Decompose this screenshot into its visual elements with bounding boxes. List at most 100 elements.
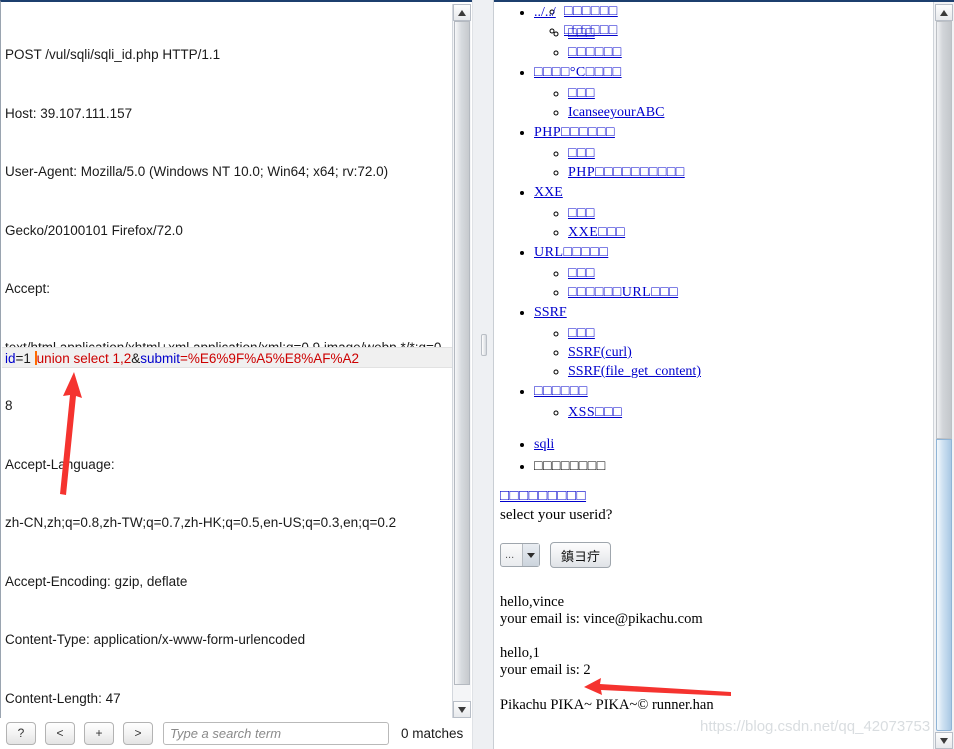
prompt-text: select your userid?: [500, 507, 613, 523]
menu-link[interactable]: URL□□□□□: [534, 245, 608, 260]
vulnerability-menu: □□□□□□ □□□□□□ ../../ □□□ □□□□□□ □□□□°C□□…: [500, 2, 920, 478]
scroll-down-button[interactable]: [935, 732, 953, 749]
list-item[interactable]: XXE□□□: [568, 223, 920, 242]
request-editor-scrollbar[interactable]: [452, 4, 471, 718]
body-submit-name: submit: [140, 351, 181, 366]
header-user-agent-cont: Gecko/20100101 Firefox/72.0: [5, 222, 183, 238]
section-heading-link[interactable]: □□□□□□□□□: [500, 488, 586, 504]
add-search-button[interactable]: +: [84, 722, 114, 745]
menu-link[interactable]: SSRF: [534, 305, 567, 320]
scrollbar-thumb[interactable]: [454, 21, 470, 685]
menu-link[interactable]: SSRF(curl): [568, 345, 632, 360]
submenu-directory-traversal: □□□ □□□□□□: [568, 24, 920, 62]
list-item[interactable]: □□□: [568, 84, 920, 103]
scroll-down-button[interactable]: [453, 701, 471, 718]
list-item[interactable]: □□□□□□URL□□□: [568, 283, 920, 302]
body-injection-payload: union select 1,2: [36, 351, 132, 366]
submenu-php-deserialization: □□□ PHP□□□□□□□□□□: [568, 144, 920, 182]
body-param-name: id: [5, 351, 16, 366]
help-button[interactable]: ?: [6, 722, 36, 745]
request-body-text[interactable]: id=1 union select 1,2&submit=%E6%9F%A5%E…: [5, 350, 359, 367]
request-body-row[interactable]: id=1 union select 1,2&submit=%E6%9F%A5%E…: [2, 347, 452, 368]
browser-scrollbar[interactable]: [933, 2, 954, 749]
header-accept-language-value: zh-CN,zh;q=0.8,zh-TW;q=0.7,zh-HK;q=0.5,e…: [5, 515, 397, 530]
menu-link[interactable]: □□□: [568, 26, 595, 41]
menu-link[interactable]: □□□□°C□□□□: [534, 65, 622, 80]
menu-link[interactable]: □□□□□□: [534, 384, 588, 399]
query-submit-button[interactable]: 鎮ヨ疔: [550, 542, 612, 568]
menu-link[interactable]: □□□□□□URL□□□: [568, 285, 678, 300]
menu-link[interactable]: □□□: [568, 326, 595, 341]
body-ampersand: &: [131, 351, 141, 366]
menu-label: □□□□□□□□: [534, 459, 606, 474]
scrollbar-thumb[interactable]: [936, 439, 952, 731]
chevron-up-icon: [940, 9, 948, 16]
menu-link[interactable]: sqli: [534, 437, 554, 452]
divider-grip-handle[interactable]: [481, 334, 487, 356]
sqli-query-form: ... 鎮ヨ疔: [500, 542, 920, 568]
scrollbar-track[interactable]: [936, 21, 952, 439]
list-item[interactable]: □□□: [568, 144, 920, 163]
menu-link[interactable]: □□□□□□: [568, 45, 622, 60]
body-param-value: =1: [15, 351, 35, 366]
result-email: your email is: vince@pikachu.com: [500, 611, 703, 627]
match-count-label: 0 matches: [401, 726, 464, 741]
menu-link[interactable]: □□□: [568, 146, 595, 161]
list-item[interactable]: IcanseeyourABC: [568, 103, 920, 122]
menu-group-sensitive-info[interactable]: □□□□°C□□□□ □□□ IcanseeyourABC: [534, 62, 920, 122]
menu-link[interactable]: XXE□□□: [568, 225, 625, 240]
pikachu-page-content: □□□□□□ □□□□□□ ../../ □□□ □□□□□□ □□□□°C□□…: [500, 2, 920, 714]
userid-select[interactable]: ...: [500, 543, 540, 567]
menu-link[interactable]: □□□: [568, 86, 595, 101]
menu-item-sqli[interactable]: sqli: [534, 434, 920, 456]
http-request-editor[interactable]: POST /vul/sqli/sqli_id.php HTTP/1.1 Host…: [0, 0, 472, 718]
menu-link[interactable]: PHP□□□□□□: [534, 125, 615, 140]
menu-group-php-deserialization[interactable]: PHP□□□□□□ □□□ PHP□□□□□□□□□□: [534, 122, 920, 182]
menu-link[interactable]: PHP□□□□□□□□□□: [568, 165, 685, 180]
menu-link[interactable]: IcanseeyourABC: [568, 105, 664, 120]
menu-link[interactable]: ../../: [534, 5, 556, 20]
list-item[interactable]: □□□: [568, 24, 920, 43]
request-line: POST /vul/sqli/sqli_id.php HTTP/1.1: [5, 47, 221, 62]
menu-group-over-permission[interactable]: □□□□□□ XSS□□□: [534, 381, 920, 422]
menu-link[interactable]: XXE: [534, 185, 563, 200]
menu-link[interactable]: □□□□□□: [564, 4, 618, 19]
list-item[interactable]: □□□: [568, 204, 920, 223]
chevron-down-icon: [940, 737, 948, 744]
list-item[interactable]: SSRF(file_get_content): [568, 362, 920, 381]
header-content-length: Content-Length: 47: [5, 690, 121, 706]
menu-link[interactable]: □□□: [568, 206, 595, 221]
scroll-up-button[interactable]: [935, 4, 953, 21]
submenu-sensitive-info: □□□ IcanseeyourABC: [568, 84, 920, 122]
previous-match-button[interactable]: <: [45, 722, 75, 745]
section-heading[interactable]: □□□□□□□□□: [500, 488, 920, 505]
list-item[interactable]: PHP□□□□□□□□□□: [568, 163, 920, 182]
menu-link[interactable]: SSRF(file_get_content): [568, 364, 701, 379]
menu-group-ssrf[interactable]: SSRF □□□ SSRF(curl) SSRF(file_get_conten…: [534, 302, 920, 381]
result-greeting: hello,vince: [500, 594, 565, 610]
menu-group-xxe[interactable]: XXE □□□ XXE□□□: [534, 182, 920, 242]
header-accept-language: Accept-Language:: [5, 456, 115, 472]
next-match-button[interactable]: >: [123, 722, 153, 745]
list-item[interactable]: □□□: [568, 264, 920, 283]
userid-select-value: ...: [505, 549, 515, 561]
request-panel: POST /vul/sqli/sqli_id.php HTTP/1.1 Host…: [0, 0, 472, 749]
header-user-agent: User-Agent: Mozilla/5.0 (Windows NT 10.0…: [5, 164, 389, 179]
search-input[interactable]: [163, 722, 389, 745]
result-row: hello,1 your email is: 2: [500, 645, 920, 679]
query-results: hello,vince your email is: vince@pikachu…: [500, 594, 920, 679]
result-row: hello,vince your email is: vince@pikachu…: [500, 594, 920, 628]
scroll-up-button[interactable]: [453, 4, 471, 21]
list-item[interactable]: □□□□□□: [568, 43, 920, 62]
list-item[interactable]: XSS□□□: [568, 403, 920, 422]
panel-divider[interactable]: [472, 0, 494, 749]
menu-link[interactable]: □□□: [568, 266, 595, 281]
submenu-xxe: □□□ XXE□□□: [568, 204, 920, 242]
chevron-up-icon: [458, 9, 466, 16]
list-item[interactable]: SSRF(curl): [568, 343, 920, 362]
list-item[interactable]: □□□: [568, 324, 920, 343]
menu-link[interactable]: XSS□□□: [568, 405, 622, 420]
header-accept-value-cont: 8: [5, 398, 13, 413]
menu-group-url-redirect[interactable]: URL□□□□□ □□□ □□□□□□URL□□□: [534, 242, 920, 302]
search-toolbar: ? < + > 0 matches: [0, 718, 472, 749]
